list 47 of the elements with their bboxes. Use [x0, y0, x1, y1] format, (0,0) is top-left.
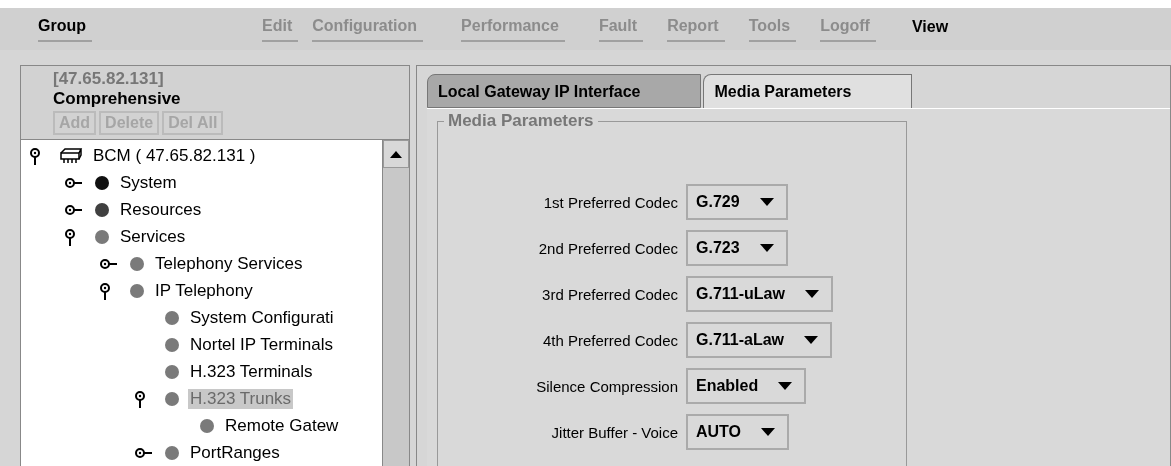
dropdown[interactable]: G.711-aLaw — [686, 322, 833, 358]
menu-item[interactable]: Group — [38, 16, 92, 42]
tree-item[interactable]: Remote Gatew — [223, 415, 341, 436]
caret-icon — [759, 244, 774, 252]
expander-icon[interactable] — [64, 227, 76, 246]
dropdown[interactable]: G.729 — [686, 184, 788, 220]
dropdown[interactable]: G.723 — [686, 230, 788, 266]
panel-title: Comprehensive — [53, 89, 182, 109]
scroll-up-button[interactable] — [383, 140, 409, 168]
field-label: 2nd Preferred Codec — [537, 239, 678, 257]
dropdown[interactable]: AUTO — [686, 414, 790, 450]
field-label: Silence Compression — [535, 377, 678, 395]
tree-item[interactable]: System Configurati — [188, 307, 336, 328]
expander-icon[interactable] — [99, 281, 111, 300]
expander-icon[interactable] — [64, 203, 82, 216]
tree-item[interactable]: Telephony Services — [153, 253, 305, 274]
field-label: 3rd Preferred Codec — [541, 285, 678, 303]
expander-icon[interactable] — [134, 446, 152, 459]
dropdown[interactable]: Enabled — [686, 368, 807, 404]
expander-icon[interactable] — [99, 257, 117, 270]
expander-icon[interactable] — [64, 176, 82, 189]
field-label: 1st Preferred Codec — [542, 193, 678, 211]
caret-icon — [804, 290, 819, 298]
caret-icon — [761, 428, 776, 436]
tree-item[interactable]: Services — [118, 226, 188, 247]
field-label: Jitter Buffer - Voice — [550, 423, 678, 441]
expander-icon[interactable] — [134, 389, 146, 408]
device-icon — [59, 146, 83, 165]
field-label: 4th Preferred Codec — [541, 331, 678, 349]
tree-item[interactable]: IP Telephony — [153, 280, 255, 301]
tree-item[interactable]: System — [118, 172, 179, 193]
dropdown[interactable]: G.711-uLaw — [686, 276, 833, 312]
tree-item[interactable]: Resources — [118, 199, 204, 220]
tree-item[interactable]: BCM ( 47.65.82.131 ) — [91, 145, 258, 166]
up-arrow-icon — [390, 150, 402, 158]
tree-item[interactable]: H.323 Terminals — [188, 361, 315, 382]
ip-address: [47.65.82.131] — [53, 69, 165, 89]
tree-item[interactable]: PortRanges — [188, 442, 282, 463]
tree-item[interactable]: Nortel IP Terminals — [188, 334, 335, 355]
menu-item[interactable]: View — [911, 17, 955, 41]
tab[interactable]: Local Gateway IP Interface — [427, 74, 702, 108]
caret-icon — [804, 336, 819, 344]
expander-icon[interactable] — [29, 146, 41, 165]
caret-icon — [759, 198, 774, 206]
scrollbar[interactable] — [382, 140, 409, 466]
caret-icon — [778, 382, 793, 390]
tab[interactable]: Media Parameters — [703, 74, 913, 108]
